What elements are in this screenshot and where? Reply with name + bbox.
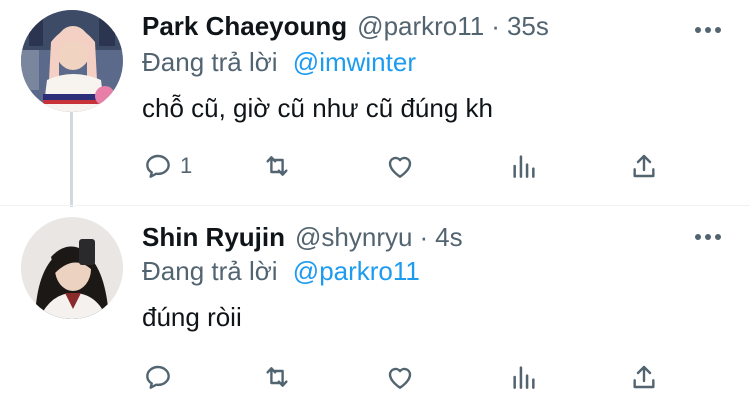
views-icon xyxy=(513,155,535,178)
share-icon xyxy=(633,154,655,178)
share-icon xyxy=(633,365,655,389)
retweet-button[interactable] xyxy=(261,359,293,395)
tweet-text: chỗ cũ, giờ cũ như cũ đúng kh xyxy=(142,93,493,123)
replying-to: Đang trả lời @imwinter xyxy=(142,46,416,78)
separator-dot: · xyxy=(419,222,429,252)
avatar[interactable] xyxy=(21,217,123,319)
like-button[interactable] xyxy=(384,148,416,184)
separator-dot: · xyxy=(491,11,500,41)
share-button[interactable] xyxy=(628,359,660,395)
views-icon xyxy=(513,366,535,389)
like-button[interactable] xyxy=(384,359,416,395)
tweet-header: Park Chaeyoung @parkro11 · 35s xyxy=(142,10,549,42)
views-button[interactable] xyxy=(508,359,540,395)
tweet-text: đúng ròii xyxy=(142,302,242,332)
share-button[interactable] xyxy=(628,148,660,184)
views-button[interactable] xyxy=(508,148,540,184)
more-icon[interactable] xyxy=(692,221,724,253)
mention-link[interactable]: @imwinter xyxy=(293,47,416,77)
reply-count: 1 xyxy=(180,153,193,178)
like-icon xyxy=(388,156,412,178)
like-icon xyxy=(388,367,412,389)
more-icon[interactable] xyxy=(692,14,724,46)
mention-link[interactable]: @parkro11 xyxy=(293,256,420,286)
replying-to: Đang trả lời @parkro11 xyxy=(142,255,420,287)
reply-icon xyxy=(146,365,170,389)
user-handle[interactable]: @shynryu xyxy=(295,221,412,253)
retweet-icon xyxy=(266,156,288,176)
avatar[interactable] xyxy=(21,10,123,112)
tweet-header: Shin Ryujin @shynryu · 4s xyxy=(142,221,463,253)
tweet[interactable]: Park Chaeyoung @parkro11 · 35s Đang trả … xyxy=(0,0,750,205)
timestamp[interactable]: 4s xyxy=(435,221,462,253)
tweet-actions: 1 xyxy=(142,148,662,184)
display-name[interactable]: Shin Ryujin xyxy=(142,221,285,253)
tweet[interactable]: Shin Ryujin @shynryu · 4s Đang trả lời @… xyxy=(0,205,750,401)
reply-button[interactable] xyxy=(142,359,180,395)
retweet-icon xyxy=(266,367,288,387)
timestamp[interactable]: 35s xyxy=(507,10,549,42)
retweet-button[interactable] xyxy=(261,148,293,184)
reply-icon xyxy=(146,154,170,178)
display-name[interactable]: Park Chaeyoung xyxy=(142,10,347,42)
user-handle[interactable]: @parkro11 xyxy=(357,10,484,42)
reply-button[interactable]: 1 xyxy=(142,148,192,184)
tweet-actions xyxy=(142,359,662,395)
replying-to-label: Đang trả lời xyxy=(142,47,278,77)
replying-to-label: Đang trả lời xyxy=(142,256,278,286)
